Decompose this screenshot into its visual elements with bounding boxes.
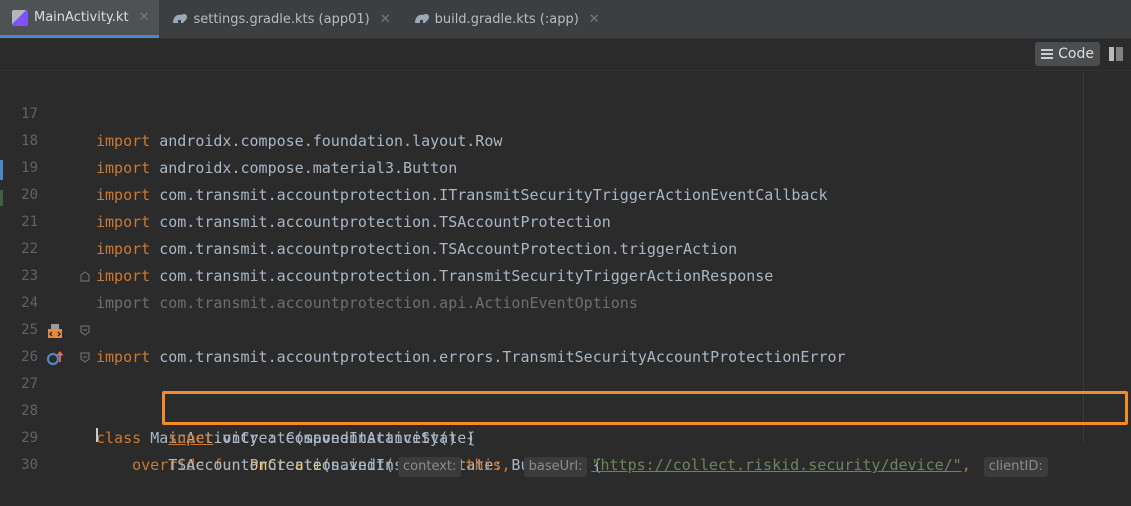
- code-line: 17 import androidx.compose.foundation.la…: [0, 74, 1131, 150]
- tab-label: build.gradle.kts (:app): [434, 11, 579, 27]
- tab-label: settings.gradle.kts (app01): [193, 11, 370, 27]
- code-line: 27 override fun onCreate(savedInstanceSt…: [0, 344, 1131, 474]
- close-icon[interactable]: ✕: [380, 12, 391, 27]
- code-line: 18 import androidx.compose.material3.But…: [0, 101, 1131, 177]
- code-text: ,: [961, 456, 971, 474]
- code-line: 24 import com.transmit.accountprotection…: [0, 263, 1131, 366]
- tab-build-gradle[interactable]: build.gradle.kts (:app) ✕: [401, 0, 610, 38]
- parameter-hint: baseUrl:: [523, 457, 588, 477]
- code-line: 23 import com.transmit.accountprotection…: [0, 236, 1131, 312]
- code-view-button[interactable]: Code: [1035, 42, 1100, 66]
- right-margin-guide: [1083, 72, 1084, 442]
- tab-main-activity[interactable]: MainActivity.kt ✕: [0, 0, 160, 38]
- fold-icon[interactable]: [80, 325, 90, 336]
- code-line: 26 class MainActivity : ComponentActivit…: [0, 317, 1131, 447]
- close-icon[interactable]: ✕: [139, 10, 150, 25]
- gradle-icon: [413, 11, 429, 27]
- lines-icon: [1041, 49, 1054, 59]
- code-editor[interactable]: 17 import androidx.compose.foundation.la…: [0, 72, 1131, 477]
- tab-label: MainActivity.kt: [34, 10, 129, 25]
- code-view-label: Code: [1058, 46, 1094, 62]
- editor-tab-bar: MainActivity.kt ✕ settings.gradle.kts (a…: [0, 0, 1131, 39]
- gradle-icon: [171, 11, 188, 27]
- code-line: 25: [0, 290, 1131, 338]
- highlight-annotation-box: [162, 391, 1128, 425]
- code-line: 19 import com.transmit.accountprotection…: [0, 128, 1131, 204]
- split-view-icon[interactable]: [1109, 47, 1123, 61]
- code-line: 30: [0, 425, 1131, 473]
- editor-view-toolbar: Code: [0, 39, 1131, 71]
- code-line: 22 import com.transmit.accountprotection…: [0, 209, 1131, 285]
- close-icon[interactable]: ✕: [589, 12, 600, 27]
- code-line: 20 import com.transmit.accountprotection…: [0, 155, 1131, 231]
- tab-settings-gradle[interactable]: settings.gradle.kts (app01) ✕: [159, 0, 400, 38]
- code-text: TSAccountProtection.init(: [168, 456, 395, 474]
- text-caret: [96, 428, 98, 442]
- parameter-hint: clientID:: [983, 457, 1048, 477]
- override-method-icon[interactable]: [46, 349, 64, 367]
- fold-icon[interactable]: [80, 271, 90, 282]
- fold-icon[interactable]: [80, 352, 90, 363]
- line-number: 30: [21, 457, 38, 473]
- kotlin-file-icon: [12, 9, 28, 26]
- parameter-hint: context:: [398, 457, 462, 477]
- string-literal[interactable]: "https://collect.riskid.security/device/…: [591, 456, 961, 474]
- code-line: 21 import com.transmit.accountprotection…: [0, 182, 1131, 258]
- android-activity-icon[interactable]: [46, 322, 64, 340]
- keyword: this,: [465, 456, 511, 474]
